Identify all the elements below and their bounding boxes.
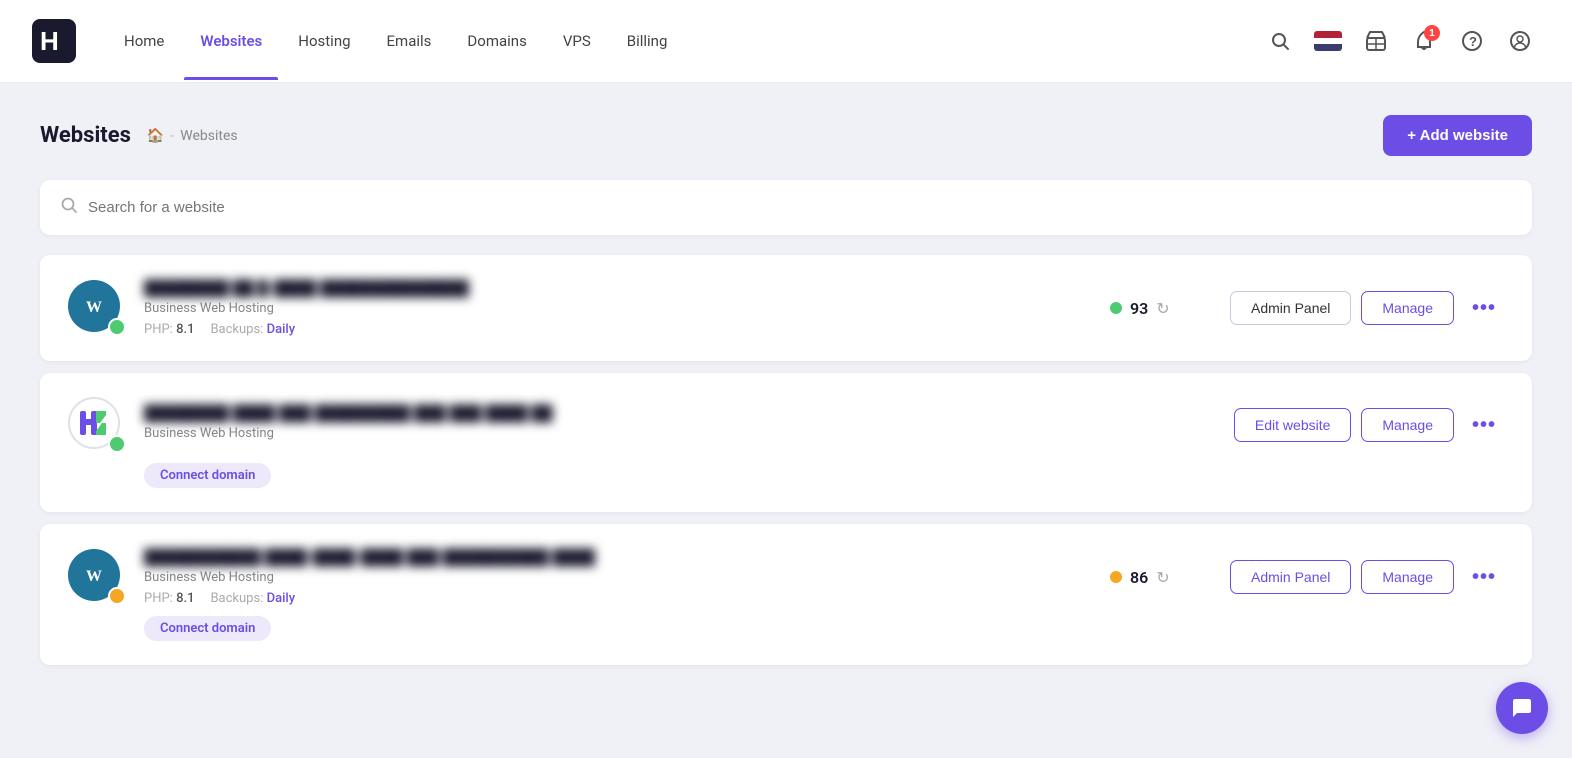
connect-domain-tag-3[interactable]: Connect domain (144, 616, 271, 641)
manage-button-1[interactable]: Manage (1361, 291, 1454, 325)
svg-text:W: W (86, 299, 102, 316)
user-icon (1509, 30, 1531, 52)
site-info-3: ███████████ ████-████-████ ███ █████████… (144, 548, 1090, 606)
nav-billing[interactable]: Billing (611, 24, 684, 58)
websites-list: W ████████ ██ █-████ ██████████████ Busi… (40, 255, 1532, 665)
card-main-1: W ████████ ██ █-████ ██████████████ Busi… (68, 279, 1504, 337)
admin-panel-button-3[interactable]: Admin Panel (1230, 560, 1351, 594)
edit-website-button-2[interactable]: Edit website (1234, 408, 1351, 442)
help-icon: ? (1461, 30, 1483, 52)
score-wrap-1: 93 ↻ (1110, 299, 1210, 318)
nav-right-icons: 1 ? (1260, 21, 1540, 61)
wordpress-icon-1: W (78, 290, 110, 322)
store-icon (1365, 30, 1387, 52)
more-options-button-2[interactable]: ••• (1464, 410, 1504, 441)
manage-button-3[interactable]: Manage (1361, 560, 1454, 594)
account-button[interactable] (1500, 21, 1540, 61)
nav-domains[interactable]: Domains (451, 24, 542, 58)
nav-hosting[interactable]: Hosting (282, 24, 366, 58)
search-input[interactable] (88, 199, 1512, 216)
site-type-2: Business Web Hosting (144, 426, 1094, 441)
site-domain-2: ████████ ████ ███ █████████ ███ ███ ████… (144, 404, 1094, 422)
connect-domain-tag-2[interactable]: Connect domain (144, 463, 271, 488)
status-dot-3 (1110, 571, 1122, 583)
page-title-group: Websites 🏠 - Websites (40, 123, 238, 148)
website-card-2: ████████ ████ ███ █████████ ███ ███ ████… (40, 373, 1532, 512)
more-options-button-1[interactable]: ••• (1464, 293, 1504, 324)
svg-text:?: ? (1469, 34, 1477, 49)
score-wrap-3: 86 ↻ (1110, 568, 1210, 587)
page-header: Websites 🏠 - Websites + Add website (40, 115, 1532, 156)
svg-text:W: W (86, 568, 102, 585)
active-badge-1 (108, 318, 126, 336)
logo[interactable]: H (32, 19, 76, 63)
backups-label-1: Backups: Daily (210, 322, 295, 337)
site-domain-3: ███████████ ████-████-████ ███ █████████… (144, 548, 1090, 566)
chat-icon (1510, 696, 1534, 720)
manage-button-2[interactable]: Manage (1361, 408, 1454, 442)
nav-vps[interactable]: VPS (547, 24, 607, 58)
flag-us-icon (1314, 31, 1342, 51)
score-num-1: 93 (1130, 299, 1148, 318)
search-icon (60, 196, 78, 219)
site-meta-1: PHP: 8.1 Backups: Daily (144, 322, 1090, 337)
site-info-1: ████████ ██ █-████ ██████████████ Busine… (144, 279, 1090, 337)
language-button[interactable] (1308, 21, 1348, 61)
card-actions-3: Admin Panel Manage ••• (1230, 560, 1504, 594)
site-logo-3: W (68, 549, 124, 605)
search-button[interactable] (1260, 21, 1300, 61)
status-dot-1 (1110, 302, 1122, 314)
card-actions-1: Admin Panel Manage ••• (1230, 291, 1504, 325)
card-main-2: ████████ ████ ███ █████████ ███ ███ ████… (68, 397, 1504, 453)
backups-label-3: Backups: Daily (210, 591, 295, 606)
notification-badge: 1 (1424, 25, 1440, 41)
home-breadcrumb-icon: 🏠 (147, 128, 164, 144)
nav-websites[interactable]: Websites (184, 24, 278, 58)
admin-panel-button-1[interactable]: Admin Panel (1230, 291, 1351, 325)
site-info-2: ████████ ████ ███ █████████ ███ ███ ████… (144, 404, 1094, 447)
site-logo-1: W (68, 280, 124, 336)
php-label-1: PHP: 8.1 (144, 322, 194, 337)
card-actions-2: Edit website Manage ••• (1234, 408, 1504, 442)
chat-button[interactable] (1496, 682, 1548, 734)
breadcrumb-current: Websites (180, 128, 237, 144)
site-meta-3: PHP: 8.1 Backups: Daily (144, 591, 1090, 606)
page-title: Websites (40, 123, 131, 148)
php-label-3: PHP: 8.1 (144, 591, 194, 606)
svg-text:H: H (40, 26, 59, 56)
active-badge-3 (108, 587, 126, 605)
add-website-button[interactable]: + Add website (1383, 115, 1532, 156)
nav-links: Home Websites Hosting Emails Domains VPS… (108, 24, 1260, 58)
refresh-icon-3[interactable]: ↻ (1156, 568, 1169, 587)
website-card-1: W ████████ ██ █-████ ██████████████ Busi… (40, 255, 1532, 361)
nav-emails[interactable]: Emails (371, 24, 448, 58)
score-num-3: 86 (1130, 568, 1148, 587)
refresh-icon-1[interactable]: ↻ (1156, 299, 1169, 318)
site-domain-1: ████████ ██ █-████ ██████████████ (144, 279, 1090, 297)
search-container (40, 180, 1532, 235)
card-main-3: W ███████████ ████-████-████ ███ ███████… (68, 548, 1504, 606)
search-icon (1270, 31, 1290, 51)
nav-home[interactable]: Home (108, 24, 180, 58)
active-badge-2 (108, 435, 126, 453)
store-button[interactable] (1356, 21, 1396, 61)
help-button[interactable]: ? (1452, 21, 1492, 61)
search-inner (60, 196, 1512, 219)
more-options-button-3[interactable]: ••• (1464, 562, 1504, 593)
notifications-button[interactable]: 1 (1404, 21, 1444, 61)
main-content: Websites 🏠 - Websites + Add website (0, 83, 1572, 709)
breadcrumb: 🏠 - Websites (147, 128, 238, 144)
hostinger-icon-2 (78, 407, 110, 439)
site-type-3: Business Web Hosting (144, 570, 1090, 585)
top-navigation: H Home Websites Hosting Emails Domains V… (0, 0, 1572, 83)
site-type-1: Business Web Hosting (144, 301, 1090, 316)
breadcrumb-separator: - (170, 128, 174, 144)
site-logo-2 (68, 397, 124, 453)
wordpress-icon-3: W (78, 559, 110, 591)
website-card-3: W ███████████ ████-████-████ ███ ███████… (40, 524, 1532, 665)
